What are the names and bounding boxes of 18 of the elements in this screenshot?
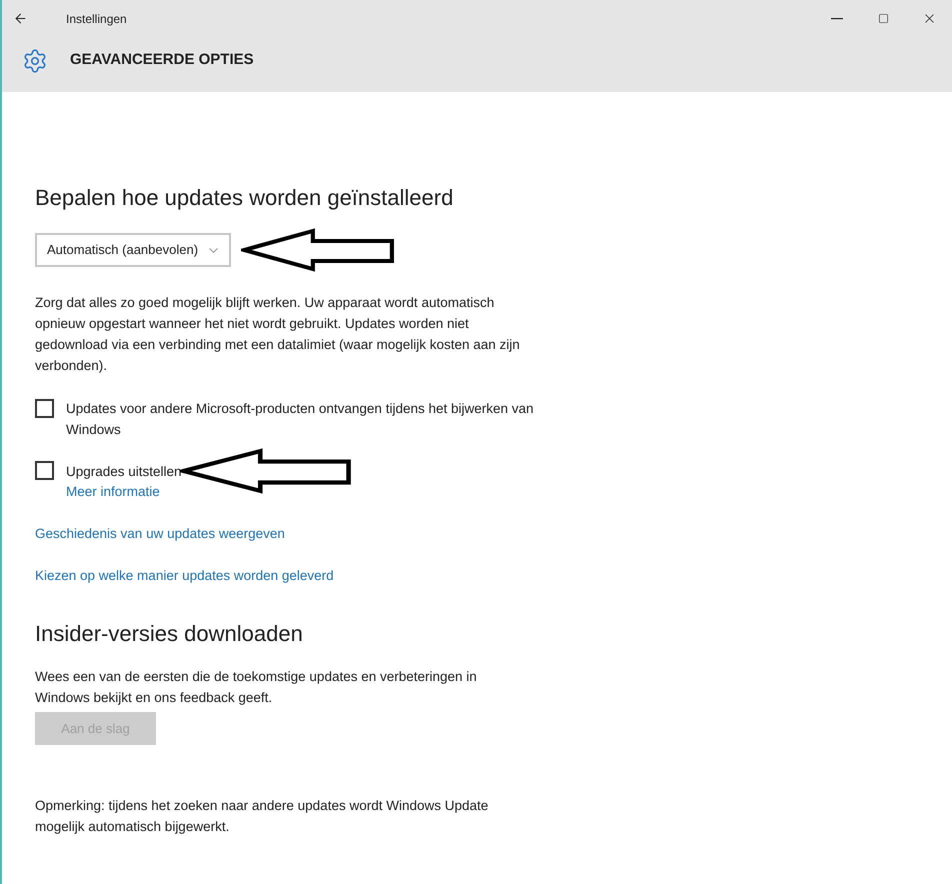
description-text: Wees een van de eersten die de toekomstige updates en verbeteringen in Windows bekijkt en ons feedback geeft. bbox=[35, 668, 478, 707]
checkbox-label: Updates voor andere Microsoft-producten ontvangen tijdens het bijwerken van Windows bbox=[66, 400, 535, 439]
page-title: GEAVANCEERDE OPTIES bbox=[70, 50, 254, 70]
section-heading: Insider-versies downloaden bbox=[35, 620, 304, 648]
note-text: Opmerking: tijdens het zoeken naar andere updates wordt Windows Update mogelijk automatisch bijgewerkt. bbox=[35, 797, 490, 836]
checkbox-label: Upgrades uitstellen bbox=[66, 462, 182, 481]
settings-icon bbox=[22, 48, 48, 74]
window-title: Instellingen bbox=[66, 10, 127, 28]
checkbox[interactable] bbox=[35, 399, 54, 418]
description-text: Zorg dat alles zo goed mogelijk blijft werken. Uw apparaat wordt automatisch opnieuw opgestart wanneer het niet wordt gebruikt. Updates worden niet gedownload via een verbinding met een datalimiet (waar mogelijk kosten aan zijn verbonden). bbox=[35, 294, 521, 375]
more-info-link[interactable]: Meer informatie bbox=[66, 482, 160, 502]
maximize-icon bbox=[878, 13, 888, 24]
settings-link[interactable]: Geschiedenis van uw updates weergeven bbox=[35, 524, 285, 544]
install-mode-dropdown[interactable]: Automatisch (aanbevolen) bbox=[35, 233, 232, 267]
checkbox[interactable] bbox=[35, 461, 54, 480]
settings-link[interactable]: Kiezen op welke manier updates worden geleverd bbox=[35, 566, 334, 586]
section-heading: Bepalen hoe updates worden geïnstalleerd bbox=[35, 184, 454, 212]
minimize-icon bbox=[831, 18, 843, 20]
